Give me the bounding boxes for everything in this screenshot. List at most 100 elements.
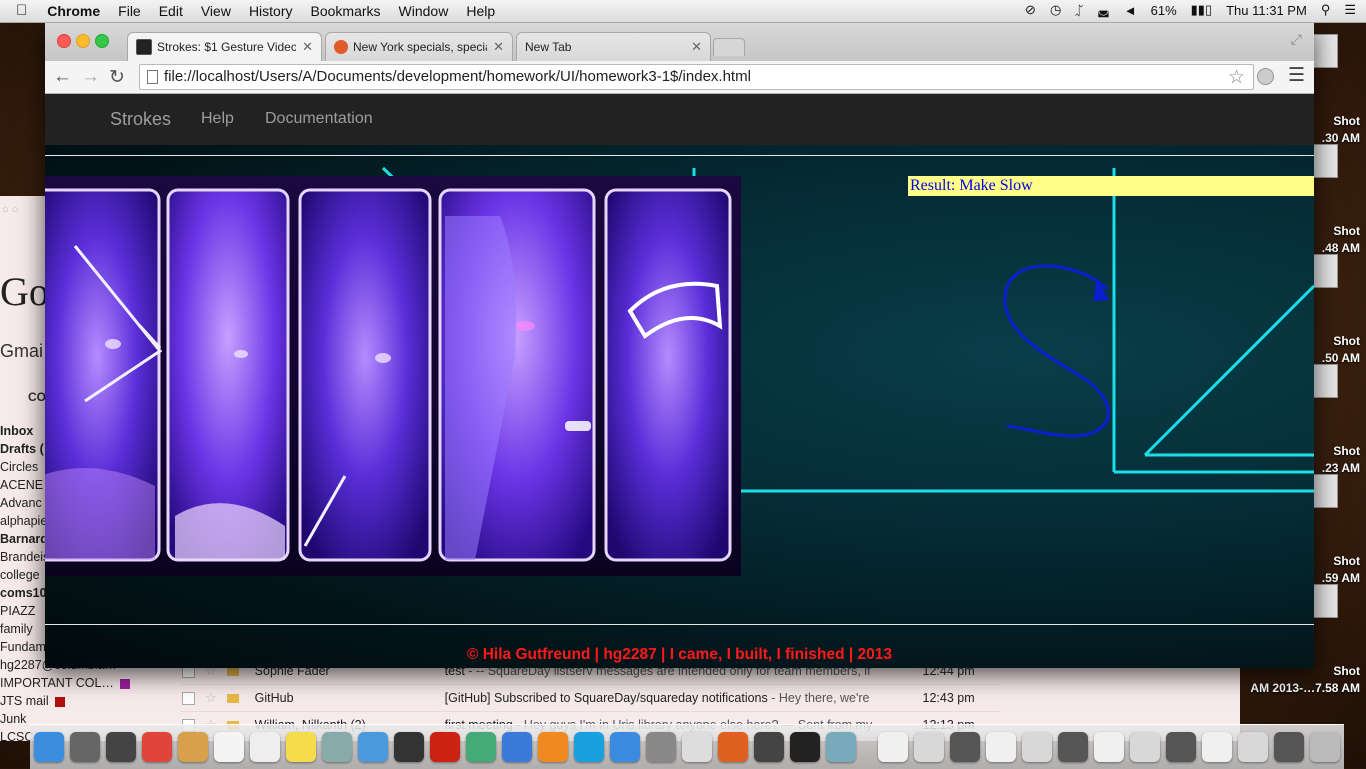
bluetooth-icon[interactable]: ᛢ — [1075, 3, 1083, 18]
photo-booth-icon[interactable] — [430, 732, 460, 762]
minimized-window-thumbnail[interactable] — [914, 732, 944, 762]
tab-new-york-specials[interactable]: New York specials, special ✕ — [325, 32, 513, 61]
textedit-icon[interactable] — [682, 732, 712, 762]
close-tab-icon[interactable]: ✕ — [302, 39, 313, 55]
firefox-icon[interactable] — [718, 732, 748, 762]
screenshot-file-time: .50 AM — [1321, 351, 1360, 365]
trash-icon[interactable] — [1310, 732, 1340, 762]
chrome-window: Strokes: $1 Gesture Video ✕ New York spe… — [45, 23, 1314, 668]
gmail-label-text: coms10 — [0, 586, 47, 600]
gmail-label-text: Advanc — [0, 496, 42, 510]
screenshot-file-label[interactable]: Shot — [1333, 664, 1360, 678]
gmail-label-text: Circles — [0, 460, 39, 474]
battery-icon[interactable]: ▮▮▯ — [1191, 2, 1212, 18]
minimized-window-thumbnail[interactable] — [1058, 732, 1088, 762]
gmail-label-text: Inbox — [0, 424, 34, 438]
label-folder-icon — [226, 693, 239, 703]
finder-icon[interactable] — [34, 732, 64, 762]
system-preferences-icon[interactable] — [646, 732, 676, 762]
screenshot-file-label[interactable]: Shot — [1333, 114, 1360, 128]
screenshot-file-label[interactable]: Shot — [1333, 444, 1360, 458]
nav-documentation[interactable]: Documentation — [265, 110, 373, 128]
app-store-icon[interactable] — [610, 732, 640, 762]
fullscreen-icon[interactable]: ⤢ — [1291, 31, 1302, 48]
minimize-window-button[interactable] — [76, 34, 90, 48]
minimized-window-thumbnail[interactable] — [1166, 732, 1196, 762]
email-row[interactable]: ☆ GitHub [GitHub] Subscribed to SquareDay/… — [180, 685, 1000, 712]
battery-percent[interactable]: 61% — [1151, 3, 1177, 18]
spotlight-icon[interactable]: ⚲ — [1321, 2, 1331, 18]
menu-edit[interactable]: Edit — [159, 3, 183, 19]
minimized-window-thumbnail[interactable] — [878, 732, 908, 762]
nav-help[interactable]: Help — [201, 110, 234, 128]
mission-control-icon[interactable] — [106, 732, 136, 762]
clock[interactable]: Thu 11:31 PM — [1226, 3, 1307, 18]
star-icon[interactable]: ☆ — [205, 690, 217, 706]
screenshot-file-label[interactable]: Shot — [1333, 224, 1360, 238]
menu-history[interactable]: History — [249, 3, 293, 19]
url-text[interactable]: file://localhost/Users/A/Documents/devel… — [164, 68, 751, 85]
itunes-icon[interactable] — [502, 732, 532, 762]
menu-file[interactable]: File — [118, 3, 141, 19]
new-tab-button[interactable] — [713, 38, 745, 56]
hamburger-icon[interactable]: ☰ — [1288, 64, 1305, 87]
stickies-icon[interactable] — [286, 732, 316, 762]
gmail-label-item[interactable]: JTS mail — [0, 692, 180, 710]
sublime-icon[interactable] — [754, 732, 784, 762]
menu-app-chrome[interactable]: Chrome — [47, 3, 100, 19]
notification-center-icon[interactable]: ☰ — [1344, 2, 1356, 18]
minimized-window-thumbnail[interactable] — [1202, 732, 1232, 762]
email-checkbox[interactable] — [182, 691, 195, 705]
minimized-window-thumbnail[interactable] — [1022, 732, 1052, 762]
apple-icon[interactable]:  — [16, 2, 27, 19]
calendar-icon[interactable] — [214, 732, 244, 762]
extension-icon[interactable] — [1257, 68, 1274, 85]
terminal-icon[interactable] — [790, 732, 820, 762]
skype-icon[interactable] — [574, 732, 604, 762]
launchpad-icon[interactable] — [70, 732, 100, 762]
star-icon[interactable]: ☆ — [1228, 66, 1245, 89]
mail-icon[interactable] — [178, 732, 208, 762]
close-tab-icon[interactable]: ✕ — [493, 39, 504, 55]
menu-help[interactable]: Help — [466, 3, 495, 19]
close-window-button[interactable] — [57, 34, 71, 48]
minimized-window-thumbnail[interactable] — [1130, 732, 1160, 762]
close-tab-icon[interactable]: ✕ — [691, 39, 702, 55]
ibooks-icon[interactable] — [538, 732, 568, 762]
back-arrow-icon[interactable]: ← — [53, 66, 72, 88]
minimized-window-thumbnail[interactable] — [1274, 732, 1304, 762]
video-player[interactable] — [45, 176, 741, 576]
minimized-window-thumbnail[interactable] — [1238, 732, 1268, 762]
preview-alt-icon[interactable] — [826, 732, 856, 762]
tab-new-tab[interactable]: New Tab ✕ — [516, 32, 711, 61]
time-machine-icon[interactable]: ◷ — [1050, 2, 1061, 18]
screenshot-file-label[interactable]: Shot — [1333, 334, 1360, 348]
do-not-disturb-icon[interactable]: ⊘ — [1025, 2, 1036, 18]
eye-glow — [375, 353, 391, 363]
minimized-window-thumbnail[interactable] — [950, 732, 980, 762]
minimized-window-thumbnail[interactable] — [1094, 732, 1124, 762]
tab-strokes[interactable]: Strokes: $1 Gesture Video ✕ — [127, 32, 322, 61]
menu-window[interactable]: Window — [399, 3, 449, 19]
minimized-window-thumbnail[interactable] — [986, 732, 1016, 762]
facetime-icon[interactable] — [394, 732, 424, 762]
menu-bookmarks[interactable]: Bookmarks — [311, 3, 381, 19]
volume-icon[interactable]: ◄ — [1124, 3, 1137, 18]
menu-view[interactable]: View — [201, 3, 231, 19]
address-bar[interactable]: file://localhost/Users/A/Documents/devel… — [139, 64, 1254, 90]
chrome-icon[interactable] — [142, 732, 172, 762]
gmail-label-item[interactable]: IMPORTANT COL… — [0, 674, 180, 692]
video-panel-3 — [298, 188, 432, 562]
iphoto-icon[interactable] — [466, 732, 496, 762]
maximize-window-button[interactable] — [95, 34, 109, 48]
reminders-icon[interactable] — [250, 732, 280, 762]
messages-icon[interactable] — [358, 732, 388, 762]
screenshot-file-label[interactable]: Shot — [1333, 554, 1360, 568]
gmail-label-text: Brandeis — [0, 550, 50, 564]
preview-icon[interactable] — [322, 732, 352, 762]
brand-link[interactable]: Strokes — [110, 109, 171, 130]
compose-button-fragment[interactable]: CO — [28, 390, 46, 404]
forward-arrow-icon[interactable]: → — [81, 66, 100, 88]
wifi-icon[interactable]: ◛ — [1097, 2, 1110, 18]
reload-icon[interactable]: ↻ — [109, 66, 125, 89]
